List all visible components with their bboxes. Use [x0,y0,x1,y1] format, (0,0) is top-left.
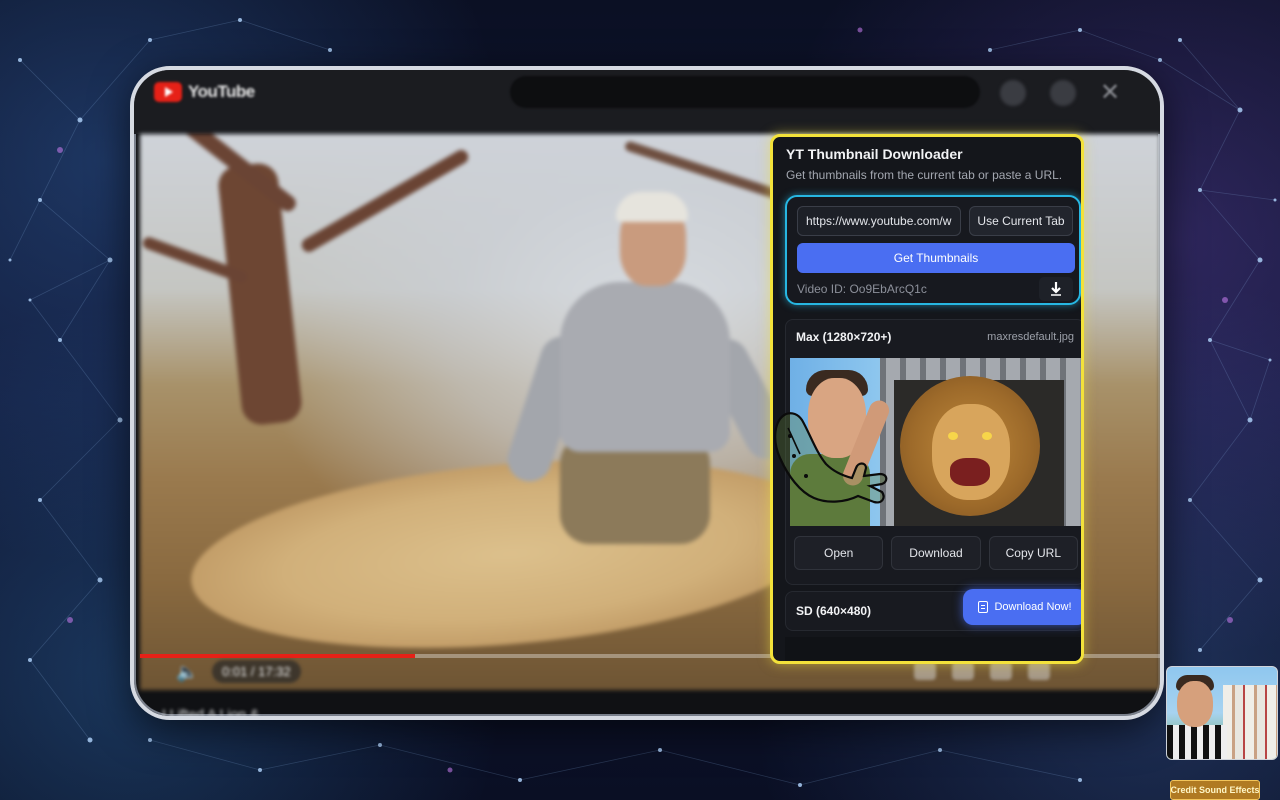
account-icon[interactable] [1050,80,1076,106]
url-card: Use Current Tab Get Thumbnails Video ID:… [785,195,1081,305]
thumb-lion-eye [982,432,992,440]
document-icon [978,601,989,613]
youtube-play-icon [154,82,182,102]
panel-subtitle: Get thumbnails from the current tab or p… [786,168,1063,182]
download-now-button[interactable]: Download Now! [963,589,1081,625]
corner-thumb-shirt [1167,725,1227,759]
youtube-wordmark: YouTube [188,82,255,101]
thumb-lion-mouth [950,458,990,486]
download-arrow-icon[interactable] [1039,277,1073,301]
youtube-topbar: YouTube ✕ [134,70,1160,134]
corner-thumb-face [1177,681,1213,727]
close-icon[interactable]: ✕ [1100,78,1120,107]
url-input[interactable] [797,206,961,236]
volume-icon[interactable]: 🔈 [176,662,198,683]
thumbnail-card-max: Max (1280×720+) maxresdefault.jpg Open D… [774,319,1081,585]
open-button[interactable]: Open [794,536,884,570]
use-current-tab-button[interactable]: Use Current Tab [969,206,1073,236]
panel-title: YT Thumbnail Downloader [786,146,963,162]
get-thumbnails-button[interactable]: Get Thumbnails [797,243,1075,273]
video-scene-person-body [560,282,730,452]
video-scene-person-cap [616,192,688,222]
youtube-logo[interactable]: YouTube [154,82,255,102]
download-button[interactable]: Download [891,536,981,570]
pointing-hand-icon [774,412,888,504]
thumbnail-resolution-label: Max (1280×720+) [796,330,892,344]
video-scene-lion [183,436,837,672]
thumb-lion-eye [948,432,958,440]
corner-tag-badge: Credit Sound Effects [1170,780,1260,800]
video-id-label: Video ID: Oo9EbArcQ1c [797,282,927,296]
thumbnail-resolution-label: SD (640×480) [796,604,872,618]
thumbnail-actions: Open Download Copy URL [794,536,1078,570]
thumbnail-filename: maxresdefault.jpg [987,331,1074,343]
subtitles-icon[interactable] [914,662,936,680]
fullscreen-icon[interactable] [1028,662,1050,680]
copy-url-button[interactable]: Copy URL [988,536,1078,570]
player-right-controls [914,662,1050,680]
thumbnail-downloader-panel: YT Thumbnail Downloader Get thumbnails f… [770,134,1084,664]
video-scene-branch [299,147,471,255]
video-controls: 🔈 0:01 / 17:32 [140,660,1160,690]
settings-icon[interactable] [952,662,974,680]
notification-icon[interactable] [1000,80,1026,106]
corner-video-thumbnail[interactable] [1166,666,1278,760]
video-title: I Lifted A Lion & ... [162,706,275,720]
corner-thumb-crowd [1223,685,1277,759]
video-time: 0:01 / 17:32 [212,660,301,683]
video-progress-fill [140,654,416,658]
youtube-search-bar[interactable] [510,76,980,108]
miniplayer-icon[interactable] [990,662,1012,680]
panel-overflow-area [785,637,1081,661]
download-now-label: Download Now! [994,601,1072,613]
